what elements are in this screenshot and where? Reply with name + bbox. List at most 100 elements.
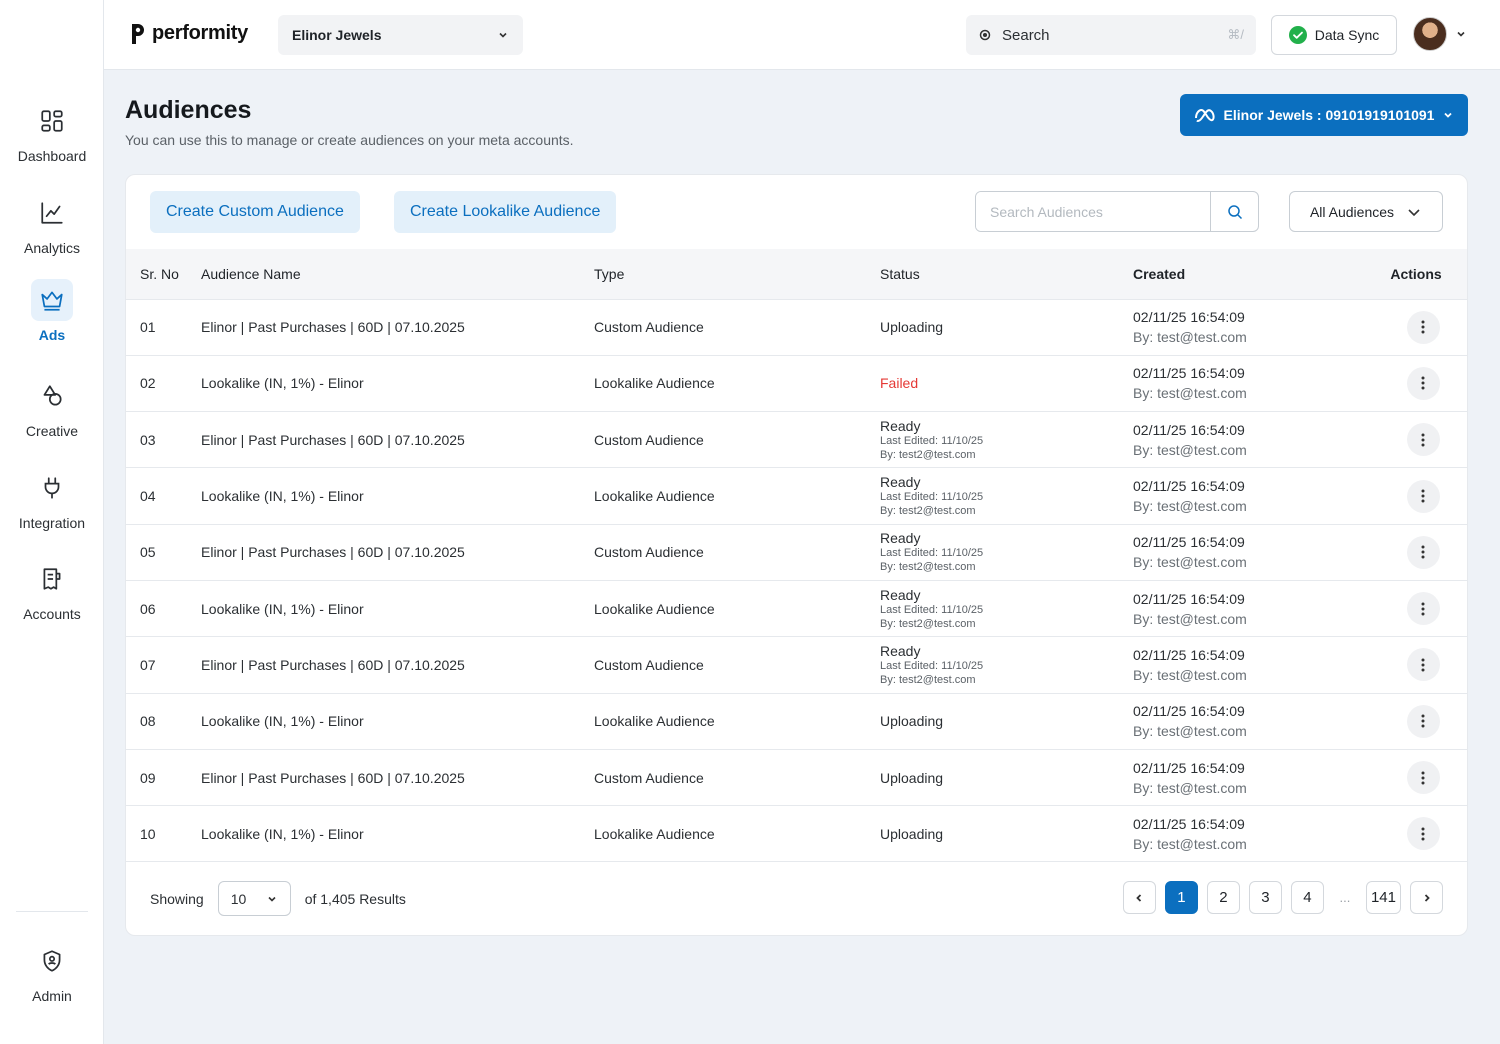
prev-page-button[interactable] [1122,881,1156,914]
row-actions-button[interactable] [1406,310,1440,344]
more-vertical-icon [1421,489,1425,503]
cell-created: 02/11/25 16:54:09 By: test@test.com [1133,693,1363,749]
cell-sr-no: 02 [140,375,156,392]
cell-actions [1363,637,1467,693]
cell-type: Custom Audience [594,769,704,786]
row-actions-button[interactable] [1406,423,1440,457]
row-actions-button[interactable] [1406,704,1440,738]
last-edited-text: Last Edited: 11/10/25 [880,603,984,616]
page-button-4[interactable]: 4 [1290,881,1324,914]
more-vertical-icon [1421,771,1425,785]
status-text: Uploading [880,825,944,842]
sidebar-item-label: Accounts [23,606,81,622]
cell-sr-no: 10 [140,825,156,842]
cell-created: 02/11/25 16:54:09 By: test@test.com [1133,299,1363,355]
last-edited-text: Last Edited: 11/10/25 [880,491,984,504]
sidebar-item-admin[interactable]: Admin [0,940,104,1020]
sidebar-item-label: Ads [38,327,66,343]
page-button-last[interactable]: 141 [1365,881,1401,914]
table-row[interactable]: 02 Lookalike (IN, 1%) - Elinor Lookalike A… [126,355,1467,411]
next-page-button[interactable] [1410,881,1443,914]
page-subtitle: You can use this to manage or create aud… [125,132,574,148]
sidebar-item-analytics[interactable]: Analytics [0,192,104,272]
cell-audience-name: Elinor | Past Purchases | 60D | 07.10.20… [201,544,465,561]
page-button-2[interactable]: 2 [1206,881,1240,914]
created-by: By: test@test.com [1133,666,1247,683]
status-text: Uploading [880,769,944,786]
row-actions-button[interactable] [1406,592,1440,626]
create-lookalike-audience-button[interactable]: Create Lookalike Audience [394,191,617,233]
cell-type: Lookalike Audience [594,713,715,730]
chevron-down-icon [268,896,276,902]
table-row[interactable]: 04 Lookalike (IN, 1%) - Elinor Lookalike A… [126,467,1467,524]
cell-type: Custom Audience [594,319,704,336]
row-actions-button[interactable] [1406,761,1440,795]
row-actions-button[interactable] [1406,817,1440,851]
audience-search-input[interactable] [976,192,1210,231]
table-row[interactable]: 01 Elinor | Past Purchases | 60D | 07.10.… [126,299,1467,355]
table-row[interactable]: 07 Elinor | Past Purchases | 60D | 07.10.… [126,636,1467,693]
table-header-row: Sr. No Audience Name Type Status Created… [126,249,1467,299]
create-custom-audience-button[interactable]: Create Custom Audience [150,191,360,233]
cell-created: 02/11/25 16:54:09 By: test@test.com [1133,637,1363,693]
cell-actions [1363,693,1467,749]
cell-status: Ready Last Edited: 11/10/25 By: test2@test… [880,468,1133,524]
cell-type: Lookalike Audience [594,375,715,392]
page-button-1[interactable]: 1 [1164,881,1198,914]
brand-logo[interactable]: performity [130,22,248,45]
table-row[interactable]: 03 Elinor | Past Purchases | 60D | 07.10.… [126,411,1467,468]
status-text: Ready [880,474,921,491]
page-size-select[interactable]: 10 [217,881,291,916]
audiences-card: Create Custom Audience Create Lookalike … [125,174,1468,936]
data-sync-label: Data Sync [1314,27,1380,43]
cell-audience-name: Elinor | Past Purchases | 60D | 07.10.20… [201,769,465,786]
page-button-3[interactable]: 3 [1248,881,1282,914]
account-select[interactable]: Elinor Jewels [278,15,523,55]
cell-actions [1363,524,1467,580]
chevron-left-icon [1136,893,1142,902]
dashboard-icon [31,100,73,142]
created-date: 02/11/25 16:54:09 [1133,590,1245,607]
cell-sr-no: 09 [140,769,156,786]
table-row[interactable]: 09 Elinor | Past Purchases | 60D | 07.10.… [126,749,1467,805]
row-actions-button[interactable] [1406,479,1440,513]
search-icon [979,29,991,41]
table-row[interactable]: 08 Lookalike (IN, 1%) - Elinor Lookalike A… [126,693,1467,749]
table-row[interactable]: 05 Elinor | Past Purchases | 60D | 07.10.… [126,524,1467,580]
sidebar-item-dashboard[interactable]: Dashboard [0,100,104,180]
row-actions-button[interactable] [1406,366,1440,400]
audience-search-button[interactable] [1210,192,1258,231]
sidebar-item-accounts[interactable]: Accounts [0,558,104,638]
cell-sr-no: 04 [140,488,156,505]
cell-actions [1363,468,1467,524]
cell-status: Uploading [880,749,1133,805]
cell-audience-name: Elinor | Past Purchases | 60D | 07.10.20… [201,656,465,673]
more-vertical-icon [1421,433,1425,447]
audiences-table: Sr. No Audience Name Type Status Created… [126,249,1467,862]
table-row[interactable]: 10 Lookalike (IN, 1%) - Elinor Lookalike A… [126,805,1467,862]
cell-type: Lookalike Audience [594,825,715,842]
column-header-sr-no: Sr. No [140,265,179,282]
data-sync-button[interactable]: Data Sync [1271,15,1397,55]
sidebar-item-integration[interactable]: Integration [0,467,104,547]
global-search-label: Search [1002,26,1050,44]
status-text: Failed [880,375,919,392]
user-menu[interactable] [1413,17,1467,51]
meta-account-select[interactable]: Elinor Jewels : 09101919101091 [1180,94,1468,136]
cell-sr-no: 06 [140,600,156,617]
sidebar-item-ads[interactable]: Ads [0,279,104,359]
cell-status: Ready Last Edited: 11/10/25 By: test2@test… [880,580,1133,636]
row-actions-button[interactable] [1406,648,1440,682]
cell-status: Ready Last Edited: 11/10/25 By: test2@test… [880,412,1133,468]
table-row[interactable]: 06 Lookalike (IN, 1%) - Elinor Lookalike A… [126,580,1467,636]
last-edited-text: Last Edited: 11/10/25 [880,659,984,672]
row-actions-button[interactable] [1406,535,1440,569]
status-text: Ready [880,417,921,434]
more-vertical-icon [1421,376,1425,390]
edited-by-text: By: test2@test.com [880,673,976,686]
global-search[interactable]: Search ⌘/ [966,15,1256,55]
created-date: 02/11/25 16:54:09 [1133,703,1245,720]
sidebar-item-creative[interactable]: Creative [0,375,104,455]
cell-actions [1363,580,1467,636]
audience-filter-select[interactable]: All Audiences [1289,191,1443,232]
